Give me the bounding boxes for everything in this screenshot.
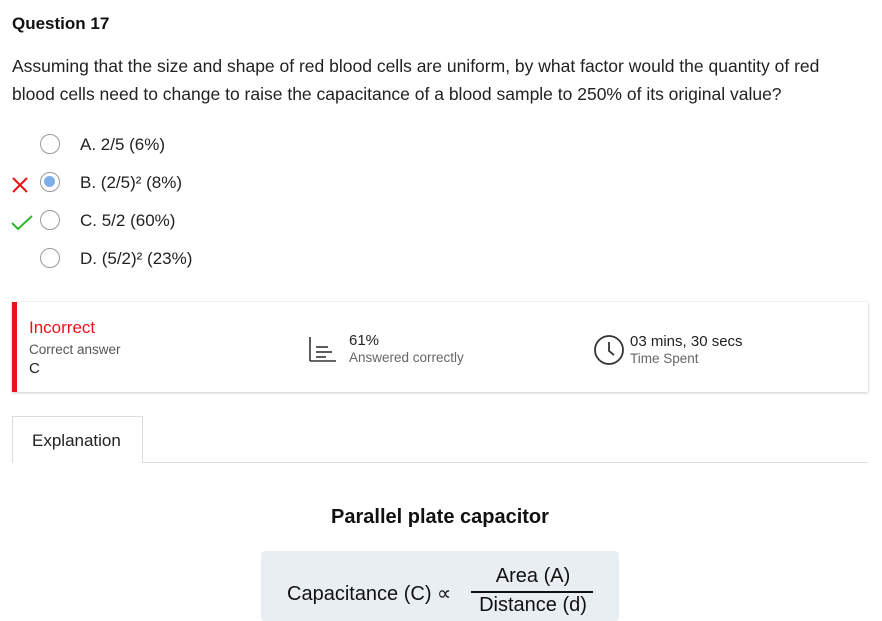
option-b-label: B. (2/5)² (8%) xyxy=(80,173,183,192)
option-d-label: D. (5/2)² (23%) xyxy=(80,249,193,268)
fraction-bar xyxy=(471,591,593,593)
percent-correct-value: 61% xyxy=(349,332,380,349)
question-title: Question 17 xyxy=(12,14,110,33)
option-b[interactable]: B. (2/5)² (8%) xyxy=(0,170,300,200)
tab-explanation[interactable]: Explanation xyxy=(12,416,143,463)
option-b-radio[interactable] xyxy=(40,172,60,192)
tab-explanation-label: Explanation xyxy=(32,431,121,450)
check-mark-icon xyxy=(11,215,33,231)
explanation-title: Parallel plate capacitor xyxy=(331,506,549,528)
result-status: Incorrect xyxy=(29,318,96,337)
time-spent-value: 03 mins, 30 secs xyxy=(630,333,743,350)
option-a[interactable]: A. 2/5 (6%) xyxy=(0,132,300,162)
option-c-radio[interactable] xyxy=(40,210,60,230)
x-mark-icon xyxy=(12,177,28,193)
time-spent-label: Time Spent xyxy=(630,351,699,366)
option-d[interactable]: D. (5/2)² (23%) xyxy=(0,246,300,276)
option-c-label: C. 5/2 (60%) xyxy=(80,211,176,230)
bar-stats-icon xyxy=(309,337,336,362)
question-text: Assuming that the size and shape of red … xyxy=(12,56,820,104)
correct-answer-label: Correct answer xyxy=(29,342,121,357)
formula-denominator: Distance (d) xyxy=(479,594,587,616)
result-card: Incorrect Correct answer C 61% Answered … xyxy=(12,302,868,392)
formula-lhs: Capacitance (C) ∝ xyxy=(287,583,452,605)
option-d-radio[interactable] xyxy=(40,248,60,268)
option-c[interactable]: C. 5/2 (60%) xyxy=(0,208,300,238)
percent-correct-label: Answered correctly xyxy=(349,350,464,365)
formula-numerator: Area (A) xyxy=(495,565,571,587)
tab-divider xyxy=(143,462,868,463)
formula-box: Capacitance (C) ∝ Area (A) Distance (d) xyxy=(261,551,619,621)
result-status-bar xyxy=(12,302,17,392)
correct-answer-value: C xyxy=(29,360,40,377)
option-a-radio[interactable] xyxy=(40,134,60,154)
option-a-label: A. 2/5 (6%) xyxy=(80,135,166,154)
clock-icon xyxy=(594,335,624,365)
